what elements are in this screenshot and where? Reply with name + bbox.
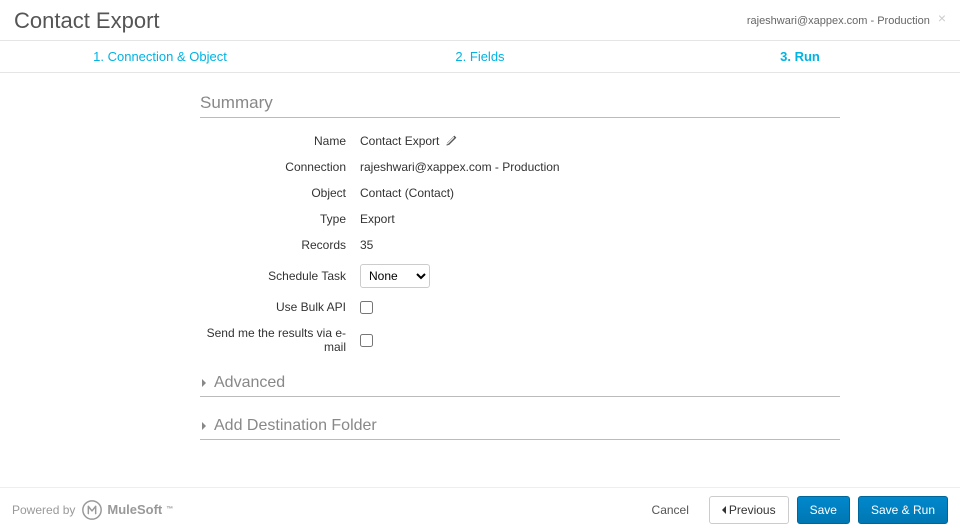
trademark-icon: ™	[166, 506, 173, 513]
wizard-tabs: 1. Connection & Object 2. Fields 3. Run	[0, 40, 960, 73]
previous-button-label: Previous	[729, 503, 776, 517]
row-name: Name Contact Export	[200, 134, 840, 148]
row-type: Type Export	[200, 212, 840, 226]
row-send-results: Send me the results via e-mail	[200, 326, 840, 354]
label-name: Name	[200, 134, 360, 148]
section-add-destination-label: Add Destination Folder	[214, 417, 377, 435]
summary-heading: Summary	[200, 93, 840, 118]
chevron-right-icon	[200, 422, 208, 430]
label-connection: Connection	[200, 160, 360, 174]
value-name-text: Contact Export	[360, 134, 439, 148]
value-object: Contact (Contact)	[360, 186, 454, 200]
header-connection: rajeshwari@xappex.com - Production ×	[747, 15, 946, 27]
tab-run[interactable]: 3. Run	[640, 41, 960, 72]
label-records: Records	[200, 238, 360, 252]
previous-button[interactable]: Previous	[709, 496, 789, 524]
value-type: Export	[360, 212, 395, 226]
footer-actions: Cancel Previous Save Save & Run	[640, 496, 948, 524]
mulesoft-icon	[81, 499, 103, 521]
footer: Powered by MuleSoft ™ Cancel Previous Sav…	[0, 487, 960, 531]
label-schedule-task: Schedule Task	[200, 269, 360, 283]
schedule-task-select[interactable]: None	[360, 264, 430, 288]
label-type: Type	[200, 212, 360, 226]
close-icon[interactable]: ×	[938, 11, 946, 25]
page-title: Contact Export	[14, 8, 160, 34]
mulesoft-brand: MuleSoft	[107, 502, 162, 517]
row-use-bulk-api: Use Bulk API	[200, 300, 840, 314]
mulesoft-logo: MuleSoft ™	[81, 499, 173, 521]
label-object: Object	[200, 186, 360, 200]
save-button[interactable]: Save	[797, 496, 850, 524]
powered-by-text: Powered by	[12, 503, 75, 517]
chevron-right-icon	[200, 379, 208, 387]
section-advanced-label: Advanced	[214, 374, 285, 392]
row-connection: Connection rajeshwari@xappex.com - Produ…	[200, 160, 840, 174]
caret-left-icon	[722, 506, 726, 514]
header-connection-label: rajeshwari@xappex.com - Production	[747, 15, 930, 27]
row-schedule-task: Schedule Task None	[200, 264, 840, 288]
use-bulk-api-checkbox[interactable]	[360, 301, 373, 314]
tab-fields[interactable]: 2. Fields	[320, 41, 640, 72]
cancel-button[interactable]: Cancel	[640, 497, 701, 523]
section-advanced[interactable]: Advanced	[200, 368, 840, 397]
modal-header: Contact Export rajeshwari@xappex.com - P…	[0, 0, 960, 40]
value-records: 35	[360, 238, 373, 252]
pencil-icon[interactable]	[445, 135, 457, 147]
label-use-bulk-api: Use Bulk API	[200, 300, 360, 314]
value-name: Contact Export	[360, 134, 457, 148]
row-object: Object Contact (Contact)	[200, 186, 840, 200]
save-and-run-button[interactable]: Save & Run	[858, 496, 948, 524]
value-connection: rajeshwari@xappex.com - Production	[360, 160, 560, 174]
tab-connection-object[interactable]: 1. Connection & Object	[0, 41, 320, 72]
row-records: Records 35	[200, 238, 840, 252]
send-results-checkbox[interactable]	[360, 334, 373, 347]
powered-by: Powered by MuleSoft ™	[12, 499, 173, 521]
content-area: Summary Name Contact Export Connection r…	[200, 73, 840, 440]
section-add-destination[interactable]: Add Destination Folder	[200, 411, 840, 440]
label-send-results: Send me the results via e-mail	[200, 326, 360, 354]
